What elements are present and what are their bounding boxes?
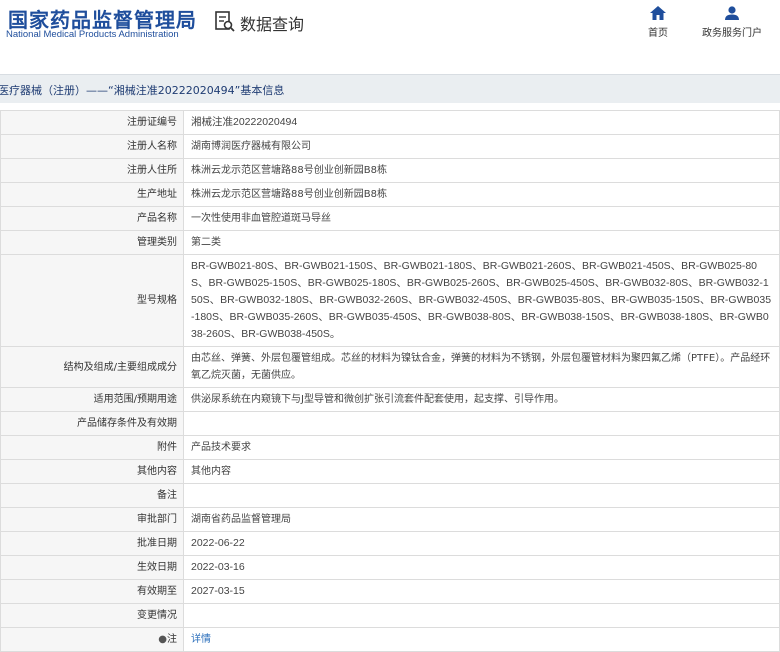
table-row: 管理类别 第二类 — [0, 230, 780, 255]
table-row: 备注 — [0, 483, 780, 508]
row-label: 注册人名称 — [0, 134, 184, 159]
table-row: 附件 产品技术要求 — [0, 435, 780, 460]
table-row: 审批部门 湖南省药品监督管理局 — [0, 507, 780, 532]
table-row: 注册人名称 湖南博润医疗器械有限公司 — [0, 134, 780, 159]
row-label: 管理类别 — [0, 230, 184, 255]
row-value: 株洲云龙示范区营塘路88号创业创新园B8栋 — [183, 182, 780, 207]
row-value: 供泌尿系统在内窥镜下与J型导管和微创扩张引流套件配套使用，起支撑、引导作用。 — [183, 387, 780, 412]
row-label: 生产地址 — [0, 182, 184, 207]
note-row-label: ●注 — [0, 627, 184, 652]
nav-home[interactable]: 首页 — [648, 6, 668, 39]
row-value — [183, 411, 780, 436]
table-row: 产品名称 一次性使用非血管腔道斑马导丝 — [0, 206, 780, 231]
site-header: 国家药品监督管理局 National Medical Products Admi… — [0, 0, 780, 58]
row-value: 一次性使用非血管腔道斑马导丝 — [183, 206, 780, 231]
row-label: 型号规格 — [0, 254, 184, 347]
table-row: 结构及组成/主要组成成分 由芯丝、弹簧、外层包覆管组成。芯丝的材料为镍钛合金，弹… — [0, 346, 780, 388]
table-row: 生产地址 株洲云龙示范区营塘路88号创业创新园B8栋 — [0, 182, 780, 207]
table-row: 注册证编号 湘械注准20222020494 — [0, 110, 780, 135]
row-label: 备注 — [0, 483, 184, 508]
info-table: 注册证编号 湘械注准20222020494 注册人名称 湖南博润医疗器械有限公司… — [0, 110, 780, 652]
table-row: 批准日期 2022-06-22 — [0, 531, 780, 556]
row-value — [183, 483, 780, 508]
home-icon — [650, 6, 666, 20]
row-label: 变更情况 — [0, 603, 184, 628]
logo-subtitle: National Medical Products Administration — [6, 29, 179, 40]
row-value: 湖南博润医疗器械有限公司 — [183, 134, 780, 159]
row-value: 由芯丝、弹簧、外层包覆管组成。芯丝的材料为镍钛合金，弹簧的材料为不锈钢，外层包覆… — [183, 346, 780, 388]
row-label: 审批部门 — [0, 507, 184, 532]
row-label: 产品名称 — [0, 206, 184, 231]
table-row: 有效期至 2027-03-15 — [0, 579, 780, 604]
row-value: 2022-06-22 — [183, 531, 780, 556]
bulb-icon: ● — [158, 634, 167, 645]
data-query-heading: 数据查询 — [214, 10, 304, 36]
row-value: 第二类 — [183, 230, 780, 255]
table-row: 型号规格 BR-GWB021-80S、BR-GWB021-150S、BR-GWB… — [0, 254, 780, 347]
row-label: 适用范围/预期用途 — [0, 387, 184, 412]
table-row: 生效日期 2022-03-16 — [0, 555, 780, 580]
row-value: 其他内容 — [183, 459, 780, 484]
row-value — [183, 603, 780, 628]
row-label: 有效期至 — [0, 579, 184, 604]
row-value: 2027-03-15 — [183, 579, 780, 604]
page-title: 医疗器械（注册）——“湘械注准20222020494”基本信息 — [0, 84, 285, 97]
table-row: 变更情况 — [0, 603, 780, 628]
row-value: 湘械注准20222020494 — [183, 110, 780, 135]
row-value: 株洲云龙示范区营塘路88号创业创新园B8栋 — [183, 158, 780, 183]
page-title-bar: 医疗器械（注册）——“湘械注准20222020494”基本信息 — [0, 74, 780, 103]
table-row: 注册人住所 株洲云龙示范区营塘路88号创业创新园B8栋 — [0, 158, 780, 183]
note-label: 注 — [167, 634, 177, 645]
row-label: 批准日期 — [0, 531, 184, 556]
table-row: 产品储存条件及有效期 — [0, 411, 780, 436]
row-label: 附件 — [0, 435, 184, 460]
row-label: 注册人住所 — [0, 158, 184, 183]
data-query-icon — [214, 10, 236, 36]
table-row: 适用范围/预期用途 供泌尿系统在内窥镜下与J型导管和微创扩张引流套件配套使用，起… — [0, 387, 780, 412]
row-value: 产品技术要求 — [183, 435, 780, 460]
row-label: 其他内容 — [0, 459, 184, 484]
row-label: 注册证编号 — [0, 110, 184, 135]
data-query-label: 数据查询 — [240, 15, 305, 34]
row-label: 产品储存条件及有效期 — [0, 411, 184, 436]
row-value: 2022-03-16 — [183, 555, 780, 580]
table-row: 其他内容 其他内容 — [0, 459, 780, 484]
row-label: 结构及组成/主要组成成分 — [0, 346, 184, 388]
table-row: ●注 详情 — [0, 627, 780, 652]
user-icon — [725, 6, 739, 20]
nav-service-portal[interactable]: 政务服务门户 — [702, 6, 762, 39]
details-link[interactable]: 详情 — [191, 634, 211, 645]
row-label: 生效日期 — [0, 555, 184, 580]
row-value: BR-GWB021-80S、BR-GWB021-150S、BR-GWB021-1… — [183, 254, 780, 347]
nav-service-portal-label: 政务服务门户 — [702, 28, 762, 39]
nav-home-label: 首页 — [648, 28, 668, 39]
row-value: 湖南省药品监督管理局 — [183, 507, 780, 532]
